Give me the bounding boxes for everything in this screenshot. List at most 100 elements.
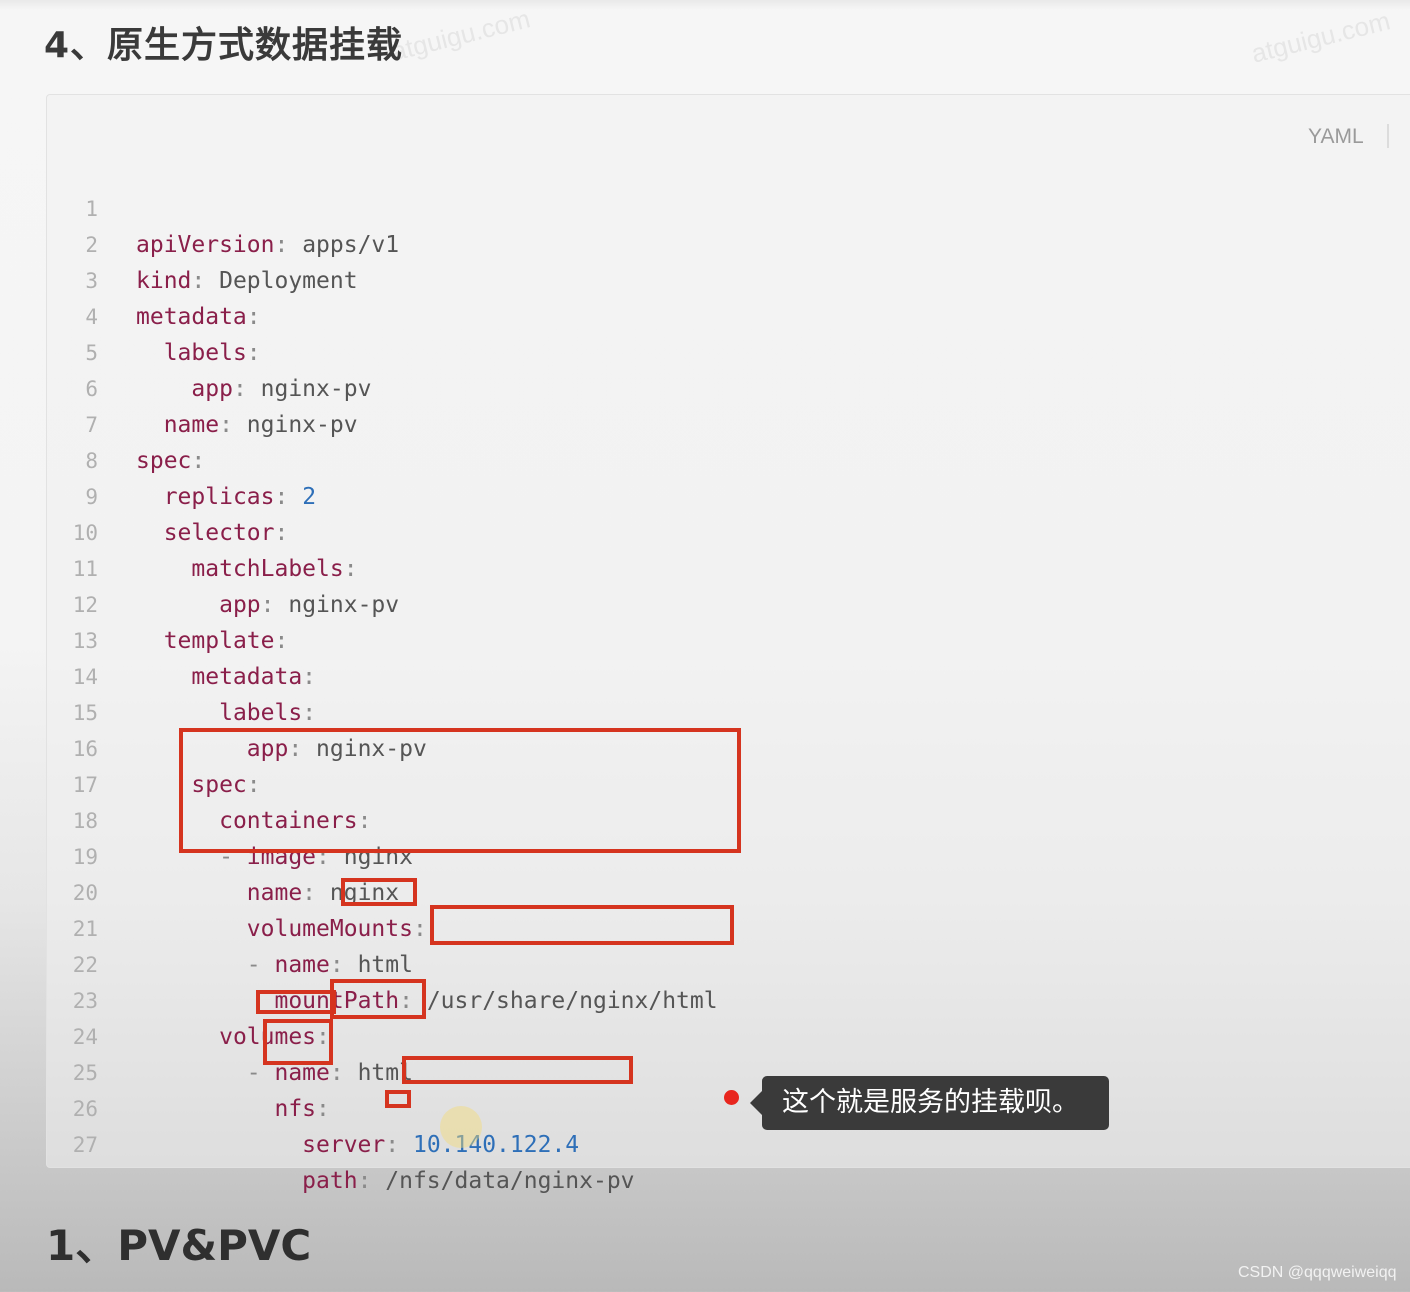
code-line: 27 path: /nfs/data/nginx-pv (0, 1091, 635, 1194)
line-number: 1 (85, 197, 98, 221)
code-line: 13 metadata: (0, 587, 316, 690)
yaml-value: /usr/share/nginx/html (426, 988, 718, 1014)
line-number: 3 (85, 269, 98, 293)
line-number: 7 (85, 413, 98, 437)
section-heading: 4、原生方式数据挂载 (44, 25, 404, 66)
code-line: 22 mountPath: /usr/share/nginx/html (0, 911, 718, 1014)
code-line: 7 spec: (0, 371, 205, 474)
code-line: 12 template: (0, 551, 289, 654)
annotation-box-mount-name (341, 878, 417, 906)
line-number: 5 (85, 341, 98, 365)
code-line: 14 labels: (0, 623, 316, 726)
yaml-key: volumeMounts (246, 916, 413, 942)
yaml-key: name (246, 880, 303, 906)
yaml-key: path (302, 1168, 358, 1194)
toolbar-divider (1387, 124, 1389, 148)
code-line: 8 replicas: 2 (0, 407, 316, 510)
line-number: 17 (72, 773, 98, 797)
yaml-key: app (219, 592, 261, 618)
line-number: 8 (85, 449, 98, 473)
yaml-key: metadata (191, 664, 303, 690)
code-line: 26 server: 10.140.122.4 (0, 1055, 579, 1158)
line-number: 6 (85, 377, 98, 401)
next-section-heading: 1、PV&PVC (46, 1221, 312, 1270)
line-number: 15 (72, 701, 98, 725)
yaml-key: matchLabels (191, 556, 344, 582)
yaml-key: server (302, 1132, 386, 1158)
yaml-value: nginx-pv (246, 412, 358, 438)
footer-credit: CSDN @qqqweiweiqq (1238, 1264, 1397, 1281)
yaml-key: spec (136, 448, 192, 474)
code-line: 18 - image: nginx (0, 767, 413, 870)
code-line: 2 kind: Deployment (0, 191, 357, 294)
yaml-key: name (163, 412, 220, 438)
yaml-key: name (274, 952, 330, 978)
code-language-label[interactable]: YAML (1308, 125, 1364, 149)
yaml-value: /nfs/data/nginx-pv (385, 1168, 635, 1194)
line-number: 12 (72, 593, 98, 617)
yaml-key: metadata (136, 304, 247, 330)
line-number: 13 (72, 629, 98, 653)
code-line: 3 metadata: (0, 227, 260, 330)
annotation-box-mount-path (430, 905, 734, 945)
yaml-key: template (163, 628, 275, 654)
yaml-number: 2 (302, 484, 317, 510)
code-line: 4 labels: (0, 263, 260, 366)
line-number: 25 (72, 1061, 98, 1085)
line-number: 2 (85, 233, 98, 257)
code-line: 5 app: nginx-pv (0, 299, 371, 402)
cursor-highlight (440, 1106, 482, 1148)
line-number: 11 (72, 557, 98, 581)
annotation-box-nfs (263, 1019, 333, 1065)
line-number: 10 (72, 521, 98, 545)
annotation-box-containers (179, 728, 741, 853)
line-number: 24 (72, 1025, 98, 1049)
line-number: 22 (72, 953, 98, 977)
yaml-value: html (357, 952, 413, 978)
code-line: 21 - name: html (0, 875, 413, 978)
yaml-key: selector (163, 520, 275, 546)
code-line: 17 containers: (0, 731, 372, 834)
code-line: 11 app: nginx-pv (0, 515, 399, 618)
comment-marker-dot[interactable] (724, 1090, 739, 1105)
yaml-value: apps/v1 (302, 232, 400, 258)
watermark: atguigu.com (1248, 5, 1394, 69)
yaml-key: apiVersion (136, 232, 275, 258)
code-line: 10 matchLabels: (0, 479, 358, 582)
comment-tooltip: 这个就是服务的挂载呗。 (750, 1076, 1109, 1130)
line-number: 19 (72, 845, 98, 869)
yaml-value: nginx-pv (260, 376, 372, 402)
line-number: 20 (72, 881, 98, 905)
yaml-key: labels (163, 340, 247, 366)
yaml-key: replicas (163, 484, 275, 510)
line-number: 18 (72, 809, 98, 833)
annotation-box-volume-name-value (330, 979, 426, 1019)
line-number: 21 (72, 917, 98, 941)
yaml-value: nginx-pv (288, 592, 400, 618)
yaml-key: nfs (274, 1096, 317, 1122)
code-line: 25 nfs: (0, 1019, 330, 1122)
code-line: 1 apiVersion: apps/v1 (0, 155, 399, 258)
yaml-value: 10.140.122.4 (412, 1132, 580, 1158)
code-line: 16 spec: (0, 695, 261, 798)
line-number: 16 (72, 737, 98, 761)
yaml-value: Deployment (219, 268, 358, 294)
line-number: 26 (72, 1097, 98, 1121)
yaml-key: labels (219, 700, 303, 726)
annotation-box-path (385, 1090, 411, 1108)
top-edge (0, 0, 1410, 10)
code-line: 19 name: nginx (0, 803, 399, 906)
yaml-key: app (191, 376, 233, 402)
line-number: 9 (85, 485, 98, 509)
line-number: 4 (85, 305, 98, 329)
line-number: 27 (72, 1133, 98, 1157)
line-number: 23 (72, 989, 98, 1013)
code-line: 20 volumeMounts: (0, 839, 427, 942)
yaml-key: kind (136, 268, 192, 294)
code-line: 23 volumes: (0, 947, 330, 1050)
code-line: 9 selector: (0, 443, 288, 546)
code-line: 24 - name: html (0, 983, 413, 1086)
annotation-box-server (402, 1056, 633, 1084)
code-line: 15 app: nginx-pv (0, 659, 427, 762)
code-line: 6 name: nginx-pv (0, 335, 357, 438)
